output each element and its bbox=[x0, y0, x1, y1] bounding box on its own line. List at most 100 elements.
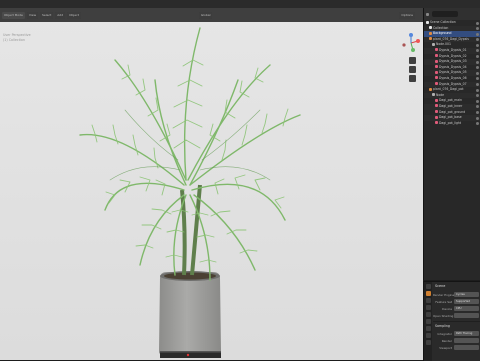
options-button[interactable]: Options bbox=[399, 11, 415, 19]
mesh-icon bbox=[435, 104, 438, 108]
mesh-icon bbox=[435, 70, 438, 74]
outliner-row-label: Dypsis_Dypsis_06 bbox=[439, 75, 467, 80]
property-value[interactable] bbox=[454, 345, 479, 350]
outliner-row-label: Dypsis_Dypsis_05 bbox=[439, 70, 467, 75]
mesh-icon bbox=[435, 98, 438, 102]
outliner-row-label: Dagi_pot_ground bbox=[439, 109, 466, 114]
empty-icon bbox=[432, 93, 435, 97]
tab-object[interactable] bbox=[425, 326, 431, 331]
properties-fields: Render Engine Cycles Feature Set Supported D… bbox=[433, 291, 480, 319]
mode-select[interactable]: Object Mode bbox=[2, 11, 25, 19]
menu-view[interactable]: View bbox=[26, 11, 39, 19]
property-label: Device bbox=[442, 306, 452, 311]
mesh-icon bbox=[435, 76, 438, 80]
viewport-header: Object Mode View Select Add Object Globa… bbox=[0, 8, 423, 22]
mesh-icon bbox=[435, 115, 438, 119]
outliner-row-label: Dypsis_Dypsis_03 bbox=[439, 59, 467, 64]
outliner-row-label: Node bbox=[436, 92, 445, 97]
outliner-panel: Scene Collection Collection Background plan… bbox=[423, 8, 480, 280]
outliner-row-label: Background bbox=[433, 31, 452, 36]
empty-icon bbox=[432, 42, 435, 46]
outliner-row-label: Node.001 bbox=[436, 42, 451, 47]
view-label: User Perspective bbox=[3, 33, 31, 37]
visibility-eye-icon[interactable] bbox=[476, 27, 479, 31]
visibility-eye-icon[interactable] bbox=[476, 66, 479, 70]
outliner-row-label: Dypsis_Dypsis_04 bbox=[439, 64, 467, 69]
visibility-eye-icon[interactable] bbox=[476, 38, 479, 42]
visibility-eye-icon[interactable] bbox=[476, 105, 479, 109]
tab-world[interactable] bbox=[425, 319, 431, 324]
navigation-gizmo[interactable] bbox=[400, 32, 422, 54]
outliner-row-label: Dypsis_Dypsis_02 bbox=[439, 53, 467, 58]
tab-view-layer[interactable] bbox=[425, 305, 431, 310]
outliner-row-label: Dypsis_Dypsis_01 bbox=[439, 47, 467, 52]
mesh-icon bbox=[435, 110, 438, 113]
collection-label: (1) Collection bbox=[3, 37, 26, 42]
visibility-eye-icon[interactable] bbox=[476, 43, 479, 47]
palm-plant-render bbox=[79, 27, 301, 358]
visibility-eye-icon[interactable] bbox=[476, 49, 479, 53]
visibility-eye-icon[interactable] bbox=[476, 60, 479, 64]
property-value[interactable] bbox=[454, 338, 479, 343]
mesh-icon bbox=[435, 65, 438, 69]
outliner-row-label: Collection bbox=[433, 25, 449, 30]
visibility-eye-icon[interactable] bbox=[476, 83, 479, 87]
tab-tool[interactable] bbox=[425, 284, 431, 289]
outliner-search[interactable] bbox=[432, 11, 458, 17]
pan-icon[interactable] bbox=[409, 66, 416, 73]
property-label: Render Engine bbox=[433, 292, 454, 297]
tab-modifiers[interactable] bbox=[425, 333, 431, 338]
property-value[interactable]: Path Tracing bbox=[454, 331, 479, 336]
property-value[interactable]: Cycles bbox=[454, 292, 479, 297]
property-row: Integrator Path Tracing bbox=[433, 330, 480, 337]
visibility-eye-icon[interactable] bbox=[476, 71, 479, 75]
menu-add[interactable]: Add bbox=[55, 11, 66, 19]
zoom-icon[interactable] bbox=[409, 57, 416, 64]
tab-material[interactable] bbox=[425, 340, 431, 345]
menu-object[interactable]: Object bbox=[67, 11, 81, 19]
visibility-eye-icon[interactable] bbox=[476, 77, 479, 81]
tab-output[interactable] bbox=[425, 298, 431, 303]
filter-icon[interactable] bbox=[426, 12, 429, 16]
blender-window: User Perspective (1) Collection Object M… bbox=[0, 0, 480, 361]
visibility-eye-icon[interactable] bbox=[476, 88, 479, 92]
property-label: Open Shading bbox=[433, 313, 454, 318]
menu-select[interactable]: Select bbox=[40, 11, 54, 19]
outliner-row-label: Dypsis_Dypsis_07 bbox=[439, 81, 467, 86]
section-sampling[interactable]: Sampling bbox=[433, 321, 480, 330]
outliner-header bbox=[424, 8, 480, 20]
visibility-eye-icon[interactable] bbox=[476, 32, 479, 36]
property-label: Render bbox=[441, 338, 452, 343]
visibility-eye-icon[interactable] bbox=[476, 122, 479, 126]
property-value[interactable]: CPU bbox=[454, 306, 479, 311]
tab-render[interactable] bbox=[425, 291, 431, 296]
property-label: Viewport bbox=[439, 345, 452, 350]
pot bbox=[159, 271, 221, 358]
property-value[interactable]: Supported bbox=[454, 299, 479, 304]
visibility-eye-icon[interactable] bbox=[476, 55, 479, 59]
mesh-icon bbox=[435, 48, 438, 52]
transform-orientation[interactable]: Global bbox=[198, 11, 213, 19]
visibility-eye-icon[interactable] bbox=[476, 94, 479, 98]
property-value[interactable] bbox=[454, 313, 479, 318]
property-row: Open Shading bbox=[433, 312, 480, 319]
mesh-icon bbox=[435, 82, 438, 86]
camera-icon[interactable] bbox=[409, 75, 416, 82]
sampling-fields: Integrator Path Tracing Render Viewport bbox=[433, 330, 480, 351]
outliner-row-label: Dagi_pot_main bbox=[439, 98, 462, 103]
properties-panel: Scene Render Engine Cycles Feature Set Supp… bbox=[423, 281, 480, 361]
mesh-icon bbox=[435, 59, 438, 63]
object-icon bbox=[429, 87, 432, 91]
visibility-eye-icon[interactable] bbox=[476, 99, 479, 103]
visibility-eye-icon[interactable] bbox=[476, 116, 479, 120]
visibility-eye-icon[interactable] bbox=[476, 111, 479, 114]
visibility-eye-icon[interactable] bbox=[476, 21, 479, 25]
tab-scene[interactable] bbox=[425, 312, 431, 317]
viewport-info: User Perspective (1) Collection bbox=[3, 33, 31, 42]
outliner-row-label: plant_076_Dagi_pot bbox=[433, 87, 464, 92]
object-icon bbox=[429, 31, 432, 35]
outliner-row[interactable]: Dagi_pot_light bbox=[424, 121, 480, 127]
property-row: Feature Set Supported bbox=[433, 298, 480, 305]
mesh-icon bbox=[435, 54, 438, 58]
3d-viewport[interactable]: User Perspective (1) Collection bbox=[0, 8, 423, 360]
